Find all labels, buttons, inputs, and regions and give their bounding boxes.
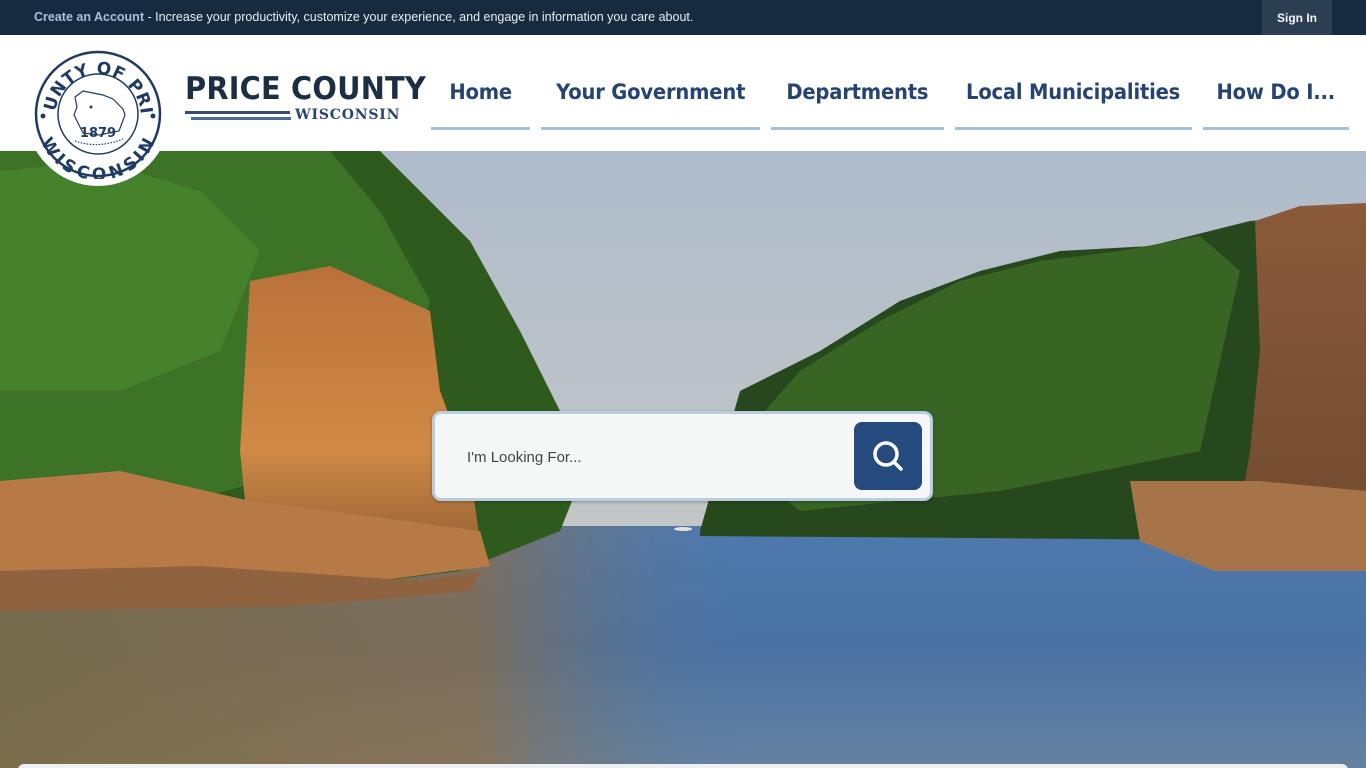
account-message: Create an Account - Increase your produc… (34, 10, 693, 24)
nav-item-departments[interactable]: Departments (771, 35, 944, 130)
content-panel-top-edge (18, 764, 1348, 768)
wordmark-rule-top (185, 111, 290, 114)
county-seal-logo[interactable]: COUNTY OF PRICE WISCONSIN 1879 (26, 42, 170, 186)
site-subtitle: WISCONSIN (295, 107, 401, 123)
nav-item-label: How Do I... (1216, 80, 1336, 104)
search-icon (873, 441, 903, 471)
wordmark-rule-bottom (191, 117, 291, 120)
sign-in-button[interactable]: Sign In (1262, 0, 1332, 35)
search-box (432, 411, 933, 501)
site-wordmark[interactable]: PRICE COUNTY WISCONSIN (185, 72, 444, 123)
nav-item-label: Home (449, 80, 512, 104)
create-account-link[interactable]: Create an Account (34, 10, 144, 24)
site-title: PRICE COUNTY (185, 71, 426, 107)
nav-item-how-do-i[interactable]: How Do I... (1203, 35, 1349, 130)
nav-item-your-government[interactable]: Your Government (541, 35, 760, 130)
nav-item-home[interactable]: Home (431, 35, 530, 130)
nav-item-label: Your Government (555, 80, 746, 104)
county-seal-icon: COUNTY OF PRICE WISCONSIN 1879 (33, 49, 162, 179)
top-bar: Create an Account - Increase your produc… (0, 0, 1366, 35)
account-message-text: - Increase your productivity, customize … (143, 10, 694, 24)
search-button[interactable] (854, 422, 922, 490)
search-input[interactable] (453, 434, 843, 480)
nav-item-label: Local Municipalities (966, 80, 1181, 104)
seal-year: 1879 (80, 126, 116, 141)
hero-banner (0, 151, 1366, 768)
nav-item-label: Departments (786, 80, 929, 104)
site-subtitle-group: WISCONSIN (185, 107, 444, 123)
main-nav: Home Your Government Departments Local M… (431, 35, 1349, 151)
nav-item-local-municipalities[interactable]: Local Municipalities (955, 35, 1192, 130)
